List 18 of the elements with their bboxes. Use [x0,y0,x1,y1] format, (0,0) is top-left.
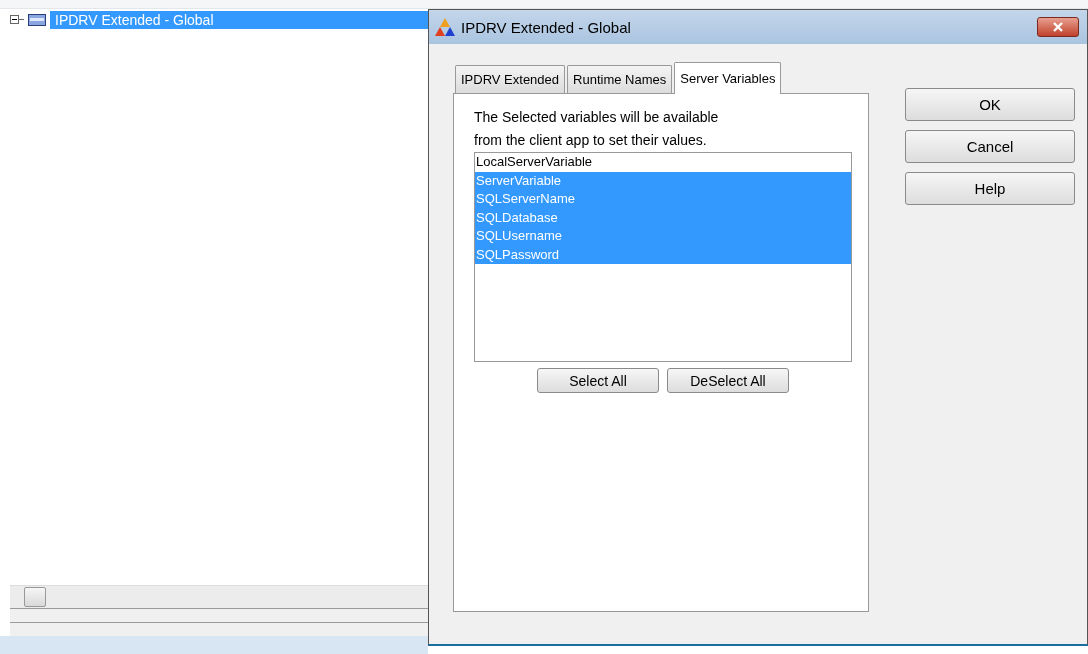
collapse-icon[interactable] [10,14,24,26]
triangle-logo-icon [435,18,455,36]
description-text: from the client app to set their values. [474,131,708,150]
window-icon [28,14,46,26]
scrollbar[interactable] [10,585,428,608]
select-all-button[interactable]: Select All [537,368,659,393]
deselect-all-button[interactable]: DeSelect All [667,368,789,393]
close-button[interactable] [1037,17,1079,37]
ok-button[interactable]: OK [905,88,1075,121]
help-button[interactable]: Help [905,172,1075,205]
tab[interactable]: IPDRV Extended [455,65,566,93]
cancel-button[interactable]: Cancel [905,130,1075,163]
scroll-thumb[interactable] [24,587,46,607]
tab[interactable]: Server Variables [674,62,782,94]
close-icon [1052,22,1064,32]
tab[interactable]: Runtime Names [567,65,673,93]
window-title: IPDRV Extended - Global [461,18,632,36]
description-text: The Selected variables will be available [474,108,720,127]
